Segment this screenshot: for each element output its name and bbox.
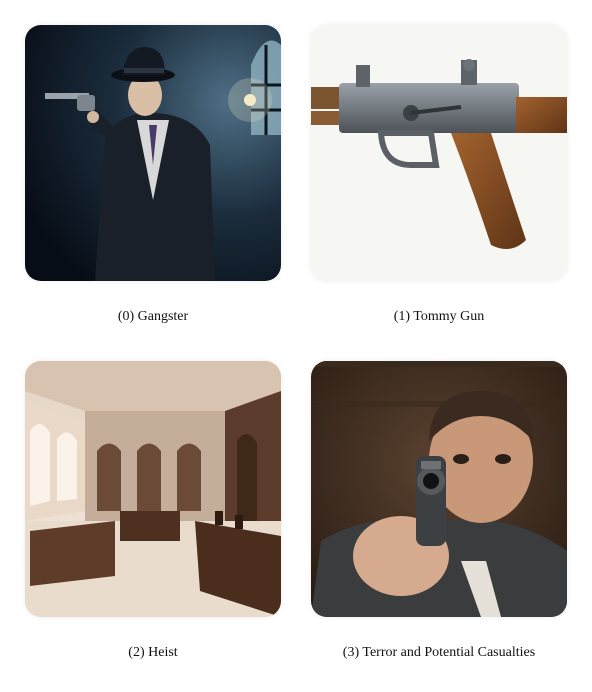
caption-terror: (3) Terror and Potential Casualties [342, 645, 536, 660]
image-panel-gangster [25, 25, 281, 281]
heist-illustration [25, 361, 281, 617]
caption-heist: (2) Heist [128, 645, 178, 660]
image-panel-terror [311, 361, 567, 617]
caption-tommy-gun: (1) Tommy Gun [393, 309, 485, 324]
terror-illustration [311, 361, 567, 617]
image-panel-heist [25, 361, 281, 617]
tommy-gun-illustration [311, 25, 567, 281]
caption-gangster: (0) Gangster [117, 309, 189, 324]
image-panel-tommy-gun [311, 25, 567, 281]
gangster-illustration [25, 25, 281, 281]
